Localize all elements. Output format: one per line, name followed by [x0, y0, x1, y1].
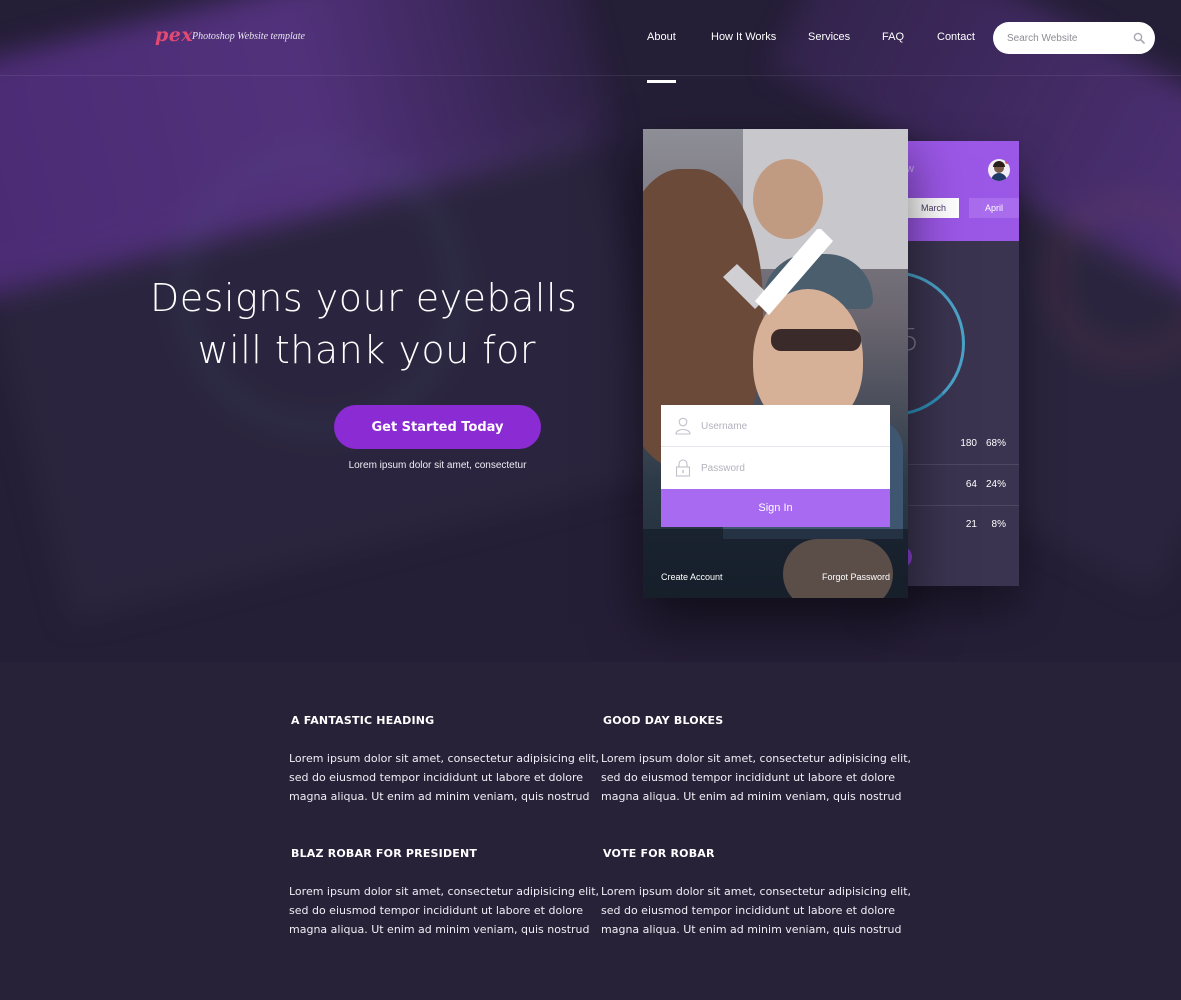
stat-value: 180	[960, 438, 977, 449]
feature-text: Lorem ipsum dolor sit amet, consectetur …	[289, 749, 599, 806]
photo-face	[753, 159, 823, 239]
feature-text-line: magna aliqua. Ut enim ad minim veniam, q…	[601, 790, 902, 803]
feature-text-line: sed do eiusmod tempor incididunt ut labo…	[601, 904, 896, 917]
nav-item-contact[interactable]: Contact	[937, 31, 975, 43]
user-icon	[675, 417, 691, 435]
feature-text-line: Lorem ipsum dolor sit amet, consectetur …	[601, 752, 912, 765]
lock-icon	[675, 459, 691, 477]
feature-heading: VOTE FOR ROBAR	[603, 847, 715, 860]
login-phone-mockup: Sign In Create Account Forgot Password	[643, 129, 908, 598]
stat-percent: 24%	[985, 479, 1006, 490]
username-field	[661, 405, 890, 447]
feature-heading: BLAZ ROBAR FOR PRESIDENT	[291, 847, 478, 860]
feature-block: A FANTASTIC HEADING Lorem ipsum dolor si…	[289, 714, 599, 806]
features-section: A FANTASTIC HEADING Lorem ipsum dolor si…	[0, 662, 1181, 1000]
feature-text-line: Lorem ipsum dolor sit amet, consectetur …	[289, 752, 600, 765]
feature-text-line: Lorem ipsum dolor sit amet, consectetur …	[289, 885, 600, 898]
feature-text-line: magna aliqua. Ut enim ad minim veniam, q…	[289, 923, 590, 936]
sign-in-button[interactable]: Sign In	[661, 489, 890, 527]
feature-text-line: sed do eiusmod tempor incididunt ut labo…	[289, 771, 584, 784]
avatar	[988, 159, 1010, 181]
nav-item-how-it-works[interactable]: How It Works	[711, 31, 776, 43]
feature-text: Lorem ipsum dolor sit amet, consectetur …	[601, 749, 911, 806]
stat-percent: 8%	[991, 519, 1006, 530]
feature-text-line: magna aliqua. Ut enim ad minim veniam, q…	[601, 923, 902, 936]
nav-item-about[interactable]: About	[647, 31, 676, 83]
get-started-button[interactable]: Get Started Today	[334, 405, 541, 449]
username-input[interactable]	[701, 405, 881, 447]
hero-headline-line-1: Designs your eyeballs	[150, 276, 578, 320]
password-field	[661, 447, 890, 489]
stat-value: 64	[965, 479, 977, 490]
photo-sunglasses	[771, 329, 861, 351]
search-box	[993, 22, 1155, 54]
feature-heading: GOOD DAY BLOKES	[603, 714, 724, 727]
feature-block: BLAZ ROBAR FOR PRESIDENT Lorem ipsum dol…	[289, 847, 599, 939]
couple-photo	[643, 129, 908, 598]
nav-item-services[interactable]: Services	[808, 31, 850, 43]
feature-text: Lorem ipsum dolor sit amet, consectetur …	[289, 882, 599, 939]
hero-headline: Designs your eyeballs will thank you for	[150, 272, 578, 376]
stat-value: 21	[965, 519, 977, 530]
checkmark-icon	[723, 229, 833, 315]
feature-block: GOOD DAY BLOKES Lorem ipsum dolor sit am…	[601, 714, 911, 806]
photo-shade	[643, 529, 908, 598]
feature-text: Lorem ipsum dolor sit amet, consectetur …	[601, 882, 911, 939]
feature-text-line: magna aliqua. Ut enim ad minim veniam, q…	[289, 790, 590, 803]
login-form: Sign In	[661, 405, 890, 527]
feature-text-line: sed do eiusmod tempor incididunt ut labo…	[289, 904, 584, 917]
hero-headline-line-2: will thank you for	[197, 328, 536, 372]
tab-march[interactable]: March	[908, 198, 959, 218]
hero-section: pex Photoshop Website template About How…	[0, 0, 1181, 662]
feature-block: VOTE FOR ROBAR Lorem ipsum dolor sit ame…	[601, 847, 911, 939]
feature-heading: A FANTASTIC HEADING	[291, 714, 435, 727]
stat-percent: 68%	[985, 438, 1006, 449]
create-account-link[interactable]: Create Account	[661, 572, 723, 582]
cta-subtext: Lorem ipsum dolor sit amet, consectetur	[348, 460, 527, 471]
search-input[interactable]	[1007, 22, 1129, 54]
tab-april[interactable]: April	[969, 198, 1019, 218]
feature-text-line: sed do eiusmod tempor incididunt ut labo…	[601, 771, 896, 784]
feature-text-line: Lorem ipsum dolor sit amet, consectetur …	[601, 885, 912, 898]
search-icon[interactable]	[1133, 32, 1145, 44]
password-input[interactable]	[701, 447, 881, 489]
forgot-password-link[interactable]: Forgot Password	[822, 572, 890, 582]
site-header: pex Photoshop Website template About How…	[0, 0, 1181, 83]
nav-item-faq[interactable]: FAQ	[882, 31, 904, 43]
